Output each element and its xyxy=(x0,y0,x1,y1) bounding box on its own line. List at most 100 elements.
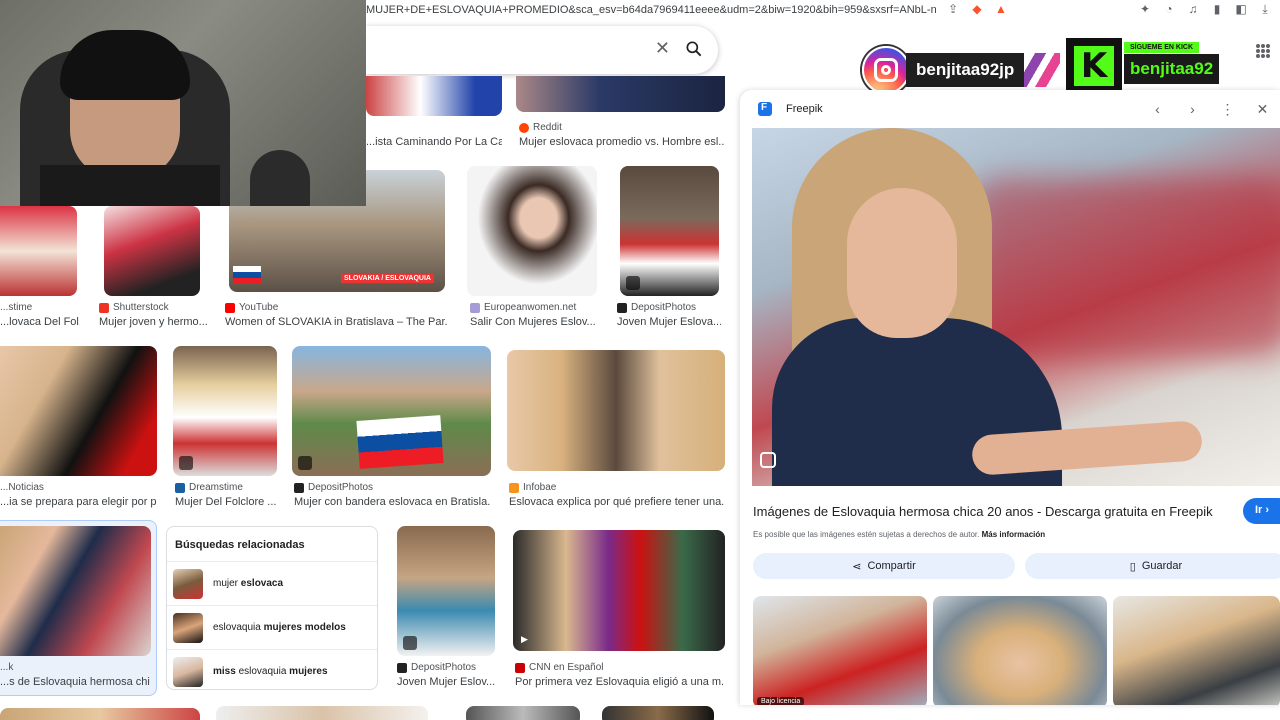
result-title[interactable]: Joven Mujer Eslova... xyxy=(617,316,721,328)
result-image[interactable] xyxy=(0,346,157,476)
brave-rewards-icon[interactable]: ▲ xyxy=(994,2,1008,16)
download-icon[interactable]: ⤓ xyxy=(1258,2,1272,16)
result-image[interactable] xyxy=(602,706,714,720)
depositphotos-icon xyxy=(617,302,627,313)
result-source: CNN en Español xyxy=(515,662,603,673)
play-icon: ▶ xyxy=(521,634,528,644)
visit-button[interactable]: Ir › xyxy=(1243,498,1280,524)
sidebar-icon[interactable]: ◧ xyxy=(1234,2,1248,16)
webcam-overlay xyxy=(0,0,366,206)
image-preview-panel: Freepik ‹ › ⋮ ✕ Imágenes de Eslovaquia h… xyxy=(740,90,1280,705)
chevron-left-icon[interactable]: ‹ xyxy=(1140,98,1175,120)
europeanwomen-icon xyxy=(470,302,480,313)
result-title[interactable]: Por primera vez Eslovaquia eligió a una … xyxy=(515,676,725,688)
lens-icon[interactable] xyxy=(760,452,776,468)
more-info-link[interactable]: Más información xyxy=(982,530,1046,539)
kick-badge: K SÍGUEME EN KICK benjitaa92 xyxy=(1066,38,1226,94)
cnn-icon xyxy=(515,662,525,673)
result-image[interactable] xyxy=(467,166,597,296)
freepik-icon xyxy=(758,102,772,116)
license-label: Bajo licencia xyxy=(757,697,805,705)
result-image[interactable] xyxy=(104,206,200,296)
dreamstime-icon xyxy=(175,482,185,493)
close-icon[interactable]: ✕ xyxy=(1245,98,1280,120)
result-title[interactable]: Eslovaca explica por qué prefiere tener … xyxy=(509,496,725,508)
result-image[interactable] xyxy=(397,526,495,656)
result-image[interactable] xyxy=(466,706,580,720)
result-title[interactable]: ...ista Caminando Por La Ca... xyxy=(366,136,502,148)
kick-handle: benjitaa92 xyxy=(1124,54,1220,84)
result-image[interactable]: ▶ xyxy=(513,530,725,651)
save-button[interactable]: ▯ Guardar xyxy=(1025,553,1280,579)
search-box[interactable]: ✕ xyxy=(366,26,718,74)
related-image[interactable] xyxy=(1113,596,1280,705)
bookmark-icon: ▯ xyxy=(1129,560,1136,573)
related-image[interactable] xyxy=(933,596,1107,705)
related-searches-heading: Búsquedas relacionadas xyxy=(175,539,305,551)
product-badge-icon xyxy=(403,636,417,650)
address-bar[interactable]: MUJER+DE+ESLOVAQUIA+PROMEDIO&sca_esv=b64… xyxy=(366,0,1280,20)
result-source: ...k xyxy=(0,662,14,673)
result-title[interactable]: Mujer con bandera eslovaca en Bratisla..… xyxy=(294,496,490,508)
result-image[interactable] xyxy=(173,346,277,476)
result-image[interactable] xyxy=(366,76,502,116)
result-image[interactable] xyxy=(216,706,428,720)
notification-icon[interactable]: ◔ xyxy=(1162,2,1176,16)
video-overlay-label: SLOVAKIA / ESLOVAQUIA xyxy=(341,274,434,283)
result-image[interactable] xyxy=(0,526,151,656)
panel-source[interactable]: Freepik xyxy=(786,103,823,115)
instagram-handle: benjitaa92jp xyxy=(906,53,1025,87)
bookmark-bar-icon[interactable]: ▮ xyxy=(1210,2,1224,16)
related-search-item[interactable]: eslovaquia mujeres modelos xyxy=(167,605,377,649)
copyright-note: Es posible que las imágenes estén sujeta… xyxy=(753,530,1046,539)
result-image[interactable] xyxy=(507,350,725,471)
result-title[interactable]: Mujer Del Folclore ... xyxy=(175,496,279,508)
search-icon[interactable] xyxy=(684,39,704,59)
infobae-icon xyxy=(509,482,519,493)
product-badge-icon xyxy=(626,276,640,290)
url-text[interactable]: MUJER+DE+ESLOVAQUIA+PROMEDIO&sca_esv=b64… xyxy=(366,4,936,16)
instagram-badge: benjitaa92jp xyxy=(862,44,1062,96)
result-source: Infobae xyxy=(509,482,556,493)
result-image[interactable] xyxy=(0,708,200,720)
result-source: YouTube xyxy=(225,302,278,313)
result-source: Shutterstock xyxy=(99,302,169,313)
apps-icon[interactable] xyxy=(1256,44,1270,58)
extensions-icon[interactable]: ✦ xyxy=(1138,2,1152,16)
related-searches: Búsquedas relacionadas mujer eslovaca es… xyxy=(166,526,378,690)
slovakia-flag-icon xyxy=(233,266,261,284)
result-title[interactable]: Joven Mujer Eslov... xyxy=(397,676,495,688)
result-image[interactable] xyxy=(0,206,77,296)
preview-image[interactable] xyxy=(752,128,1280,486)
share-button[interactable]: ⋖ Compartir xyxy=(753,553,1015,579)
related-search-item[interactable]: miss eslovaquia mujeres xyxy=(167,649,377,693)
media-icon[interactable]: ♫ xyxy=(1186,2,1200,16)
result-title[interactable]: ...ia se prepara para elegir por p... xyxy=(0,496,157,508)
related-thumbnail xyxy=(173,656,203,687)
reddit-icon xyxy=(519,122,529,133)
preview-title[interactable]: Imágenes de Eslovaquia hermosa chica 20 … xyxy=(753,504,1213,519)
result-image[interactable] xyxy=(292,346,491,476)
chevron-right-icon[interactable]: › xyxy=(1175,98,1210,120)
result-title[interactable]: Salir Con Mujeres Eslov... xyxy=(470,316,596,328)
result-title[interactable]: Women of SLOVAKIA in Bratislava – The Pa… xyxy=(225,316,447,328)
more-vert-icon[interactable]: ⋮ xyxy=(1210,98,1245,120)
slovakia-flag-icon xyxy=(356,415,444,469)
result-title[interactable]: ...s de Eslovaquia hermosa chi... xyxy=(0,676,150,688)
result-title[interactable]: Mujer joven y hermo... xyxy=(99,316,207,328)
result-source: Europeanwomen.net xyxy=(470,302,576,313)
product-badge-icon xyxy=(298,456,312,470)
clear-search-button[interactable]: ✕ xyxy=(655,38,670,59)
depositphotos-icon xyxy=(397,662,407,673)
result-source: ...stime xyxy=(0,302,33,313)
result-image[interactable] xyxy=(620,166,719,296)
result-title[interactable]: ...lovaca Del Fol... xyxy=(0,316,80,328)
share-page-icon[interactable]: ⇪ xyxy=(946,2,960,16)
result-source: DepositPhotos xyxy=(617,302,696,313)
result-title[interactable]: Mujer eslovaca promedio vs. Hombre esl..… xyxy=(519,136,725,148)
result-image[interactable] xyxy=(516,76,725,112)
related-search-item[interactable]: mujer eslovaca xyxy=(167,561,377,605)
result-source: Dreamstime xyxy=(175,482,243,493)
brave-shield-icon[interactable]: ◆ xyxy=(970,2,984,16)
related-image[interactable]: Bajo licencia xyxy=(753,596,927,705)
